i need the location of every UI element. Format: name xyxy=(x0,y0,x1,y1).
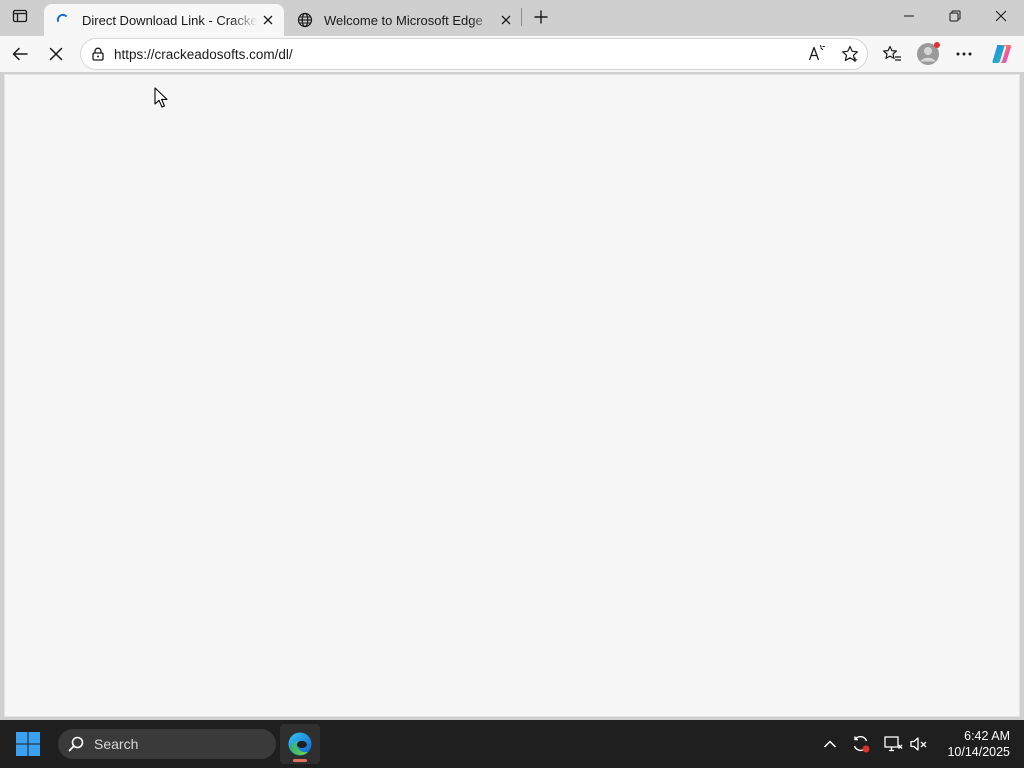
stop-loading-button[interactable] xyxy=(42,40,70,68)
copilot-icon xyxy=(992,45,1012,63)
sync-icon xyxy=(853,735,870,753)
mouse-cursor-icon xyxy=(154,87,168,108)
address-bar[interactable]: https://crackeadosofts.com/dl/ xyxy=(80,38,868,70)
search-icon xyxy=(68,736,84,752)
taskbar: Search 6:42 AM 10/14/2025 xyxy=(0,720,1024,768)
close-icon xyxy=(501,15,511,25)
clock-date: 10/14/2025 xyxy=(947,745,1010,759)
minimize-icon xyxy=(904,15,914,17)
settings-more-button[interactable] xyxy=(950,40,978,68)
more-horizontal-icon xyxy=(956,52,972,56)
tab-close-button[interactable] xyxy=(258,10,278,30)
read-aloud-icon[interactable] xyxy=(807,44,829,64)
system-clock[interactable]: 6:42 AM 10/14/2025 xyxy=(936,728,1010,760)
browser-toolbar: https://crackeadosofts.com/dl/ xyxy=(0,36,1024,72)
restore-icon xyxy=(949,10,961,22)
volume-status-button[interactable] xyxy=(909,734,929,754)
network-status-button[interactable] xyxy=(883,734,903,754)
running-indicator xyxy=(293,759,307,762)
close-icon xyxy=(995,10,1007,22)
tab-title: Welcome to Microsoft Edge xyxy=(324,12,483,28)
plus-icon xyxy=(534,10,548,24)
loading-spinner-icon xyxy=(54,11,72,29)
taskbar-edge-app[interactable] xyxy=(280,724,320,764)
globe-icon xyxy=(296,11,314,29)
volume-muted-icon xyxy=(910,737,927,751)
tab-separator xyxy=(521,8,522,26)
new-tab-button[interactable] xyxy=(528,4,554,30)
tab-close-button[interactable] xyxy=(496,10,516,30)
arrow-left-icon xyxy=(12,47,28,61)
sync-status-button[interactable] xyxy=(851,734,871,754)
tab-strip: Direct Download Link - Crackeados Welcom… xyxy=(0,0,1024,36)
profile-avatar-icon xyxy=(917,42,940,65)
minimize-button[interactable] xyxy=(886,0,932,32)
tab-actions-icon xyxy=(12,9,28,23)
stop-x-icon xyxy=(49,47,63,61)
chevron-up-icon xyxy=(823,740,837,748)
favorite-star-icon[interactable] xyxy=(839,44,861,64)
show-hidden-icons-button[interactable] xyxy=(820,734,840,754)
tab-title: Direct Download Link - Crackeados xyxy=(82,12,258,28)
close-window-button[interactable] xyxy=(978,0,1024,32)
tab-direct-download[interactable]: Direct Download Link - Crackeados xyxy=(44,4,284,36)
favorites-button[interactable] xyxy=(878,40,906,68)
windows-start-button[interactable] xyxy=(14,730,42,758)
network-icon xyxy=(884,736,903,752)
profile-button[interactable] xyxy=(914,40,942,68)
copilot-button[interactable] xyxy=(988,40,1016,68)
search-label: Search xyxy=(94,736,139,752)
url-text: https://crackeadosofts.com/dl/ xyxy=(114,47,293,62)
clock-time: 6:42 AM xyxy=(964,729,1010,743)
site-info-icon[interactable] xyxy=(89,45,107,63)
back-button[interactable] xyxy=(6,40,34,68)
tab-actions-button[interactable] xyxy=(0,0,40,32)
favorites-list-icon xyxy=(883,45,901,61)
restore-button[interactable] xyxy=(932,0,978,32)
taskbar-search-box[interactable]: Search xyxy=(58,729,276,759)
edge-icon xyxy=(288,732,312,756)
close-icon xyxy=(263,15,273,25)
tab-welcome-edge[interactable]: Welcome to Microsoft Edge xyxy=(286,4,522,36)
page-content-area[interactable] xyxy=(4,74,1020,717)
